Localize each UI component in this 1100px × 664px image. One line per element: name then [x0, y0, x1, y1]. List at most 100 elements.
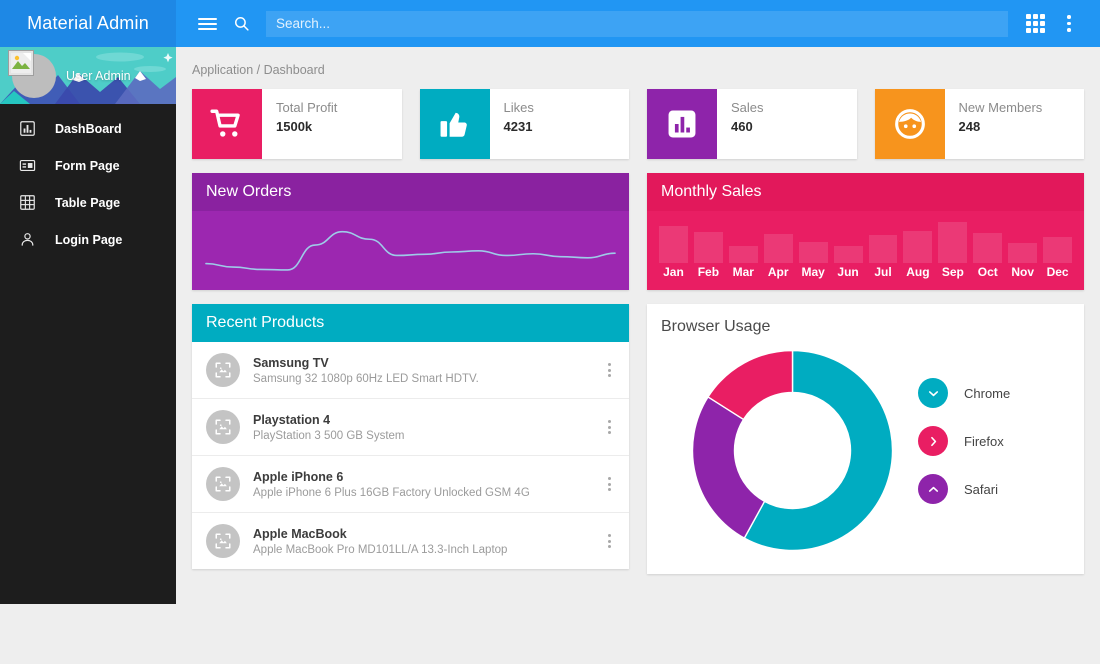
bar [868, 235, 898, 263]
product-menu-button[interactable] [604, 359, 615, 381]
bar-label: Oct [977, 265, 998, 279]
sidebar-item-login-page[interactable]: Login Page [0, 221, 176, 258]
sidebar-item-label: DashBoard [55, 121, 122, 136]
bar-chart-labels: Jan Feb Mar Apr May Jun Jul Aug Sep Oct Nov Dec [659, 265, 1072, 279]
stat-card-sales[interactable]: Sales 460 [647, 89, 857, 159]
product-list-item[interactable]: Apple iPhone 6 Apple iPhone 6 Plus 16GB … [192, 456, 629, 513]
product-thumbnail [206, 410, 240, 444]
product-name: Samsung TV [253, 355, 329, 370]
chevron-down-icon [918, 378, 948, 408]
stat-cards-row: Total Profit 1500k Likes 4231 Sales 460 … [176, 77, 1100, 159]
more-options-button[interactable] [1052, 7, 1086, 41]
bar-column [938, 217, 968, 263]
product-menu-button[interactable] [604, 530, 615, 552]
stat-card-new-members[interactable]: New Members 248 [874, 89, 1084, 159]
browser-usage-panel: Browser Usage Chrome Firefox Safari [647, 304, 1084, 574]
bar [798, 241, 828, 263]
bar-column [798, 217, 828, 263]
grid-apps-icon [1025, 14, 1045, 33]
hamburger-menu-button[interactable] [190, 7, 224, 41]
product-description: PlayStation 3 500 GB System [253, 429, 405, 442]
product-menu-button[interactable] [604, 473, 615, 495]
product-list-item[interactable]: Playstation 4 PlayStation 3 500 GB Syste… [192, 399, 629, 456]
bar [659, 226, 688, 263]
hamburger-icon [197, 15, 217, 33]
bar-column [1043, 217, 1073, 263]
legend-item-chrome[interactable]: Chrome [918, 378, 1010, 408]
lower-row: Recent Products Samsung TV Samsung 32 10… [176, 290, 1100, 574]
product-list-item[interactable]: Samsung TV Samsung 32 1080p 60Hz LED Sma… [192, 342, 629, 399]
breadcrumb: Application / Dashboard [192, 63, 325, 77]
face-icon [894, 109, 925, 139]
bar-label: Aug [906, 265, 930, 279]
product-text: Apple MacBook Apple MacBook Pro MD101LL/… [253, 527, 604, 556]
chevron-up-icon [918, 474, 948, 504]
legend-item-safari[interactable]: Safari [918, 474, 1010, 504]
bar [763, 233, 793, 263]
user-profile-banner[interactable]: User Admin [0, 47, 176, 104]
recent-products-title: Recent Products [192, 304, 629, 342]
shopping-cart-icon [210, 109, 240, 137]
stat-value: 460 [731, 119, 753, 134]
stat-text: Likes 4231 [490, 89, 534, 159]
search-input[interactable] [276, 16, 998, 31]
donut-segment-safari[interactable] [691, 395, 766, 539]
bar-label: Jan [663, 265, 684, 279]
image-placeholder-icon [215, 419, 231, 435]
bar-label: Apr [767, 265, 789, 279]
stat-text: Sales 460 [717, 89, 764, 159]
product-description: Apple iPhone 6 Plus 16GB Factory Unlocke… [253, 486, 530, 499]
sidebar-item-form-page[interactable]: Form Page [0, 147, 176, 184]
stat-title: Total Profit [276, 100, 338, 115]
stat-card-likes[interactable]: Likes 4231 [419, 89, 629, 159]
image-placeholder-icon [215, 533, 231, 549]
legend-item-firefox[interactable]: Firefox [918, 426, 1010, 456]
monthly-sales-panel: Monthly Sales Jan Feb Mar Apr May Jun Jul Aug Se… [647, 173, 1084, 290]
bar-label: Mar [732, 265, 754, 279]
stat-title: New Members [958, 100, 1043, 115]
sidebar-item-table-page[interactable]: Table Page [0, 184, 176, 221]
search-field-wrapper[interactable] [266, 10, 1008, 37]
stat-icon-wrapper [419, 89, 490, 159]
main-content: Application / Dashboard Total Profit 150… [176, 47, 1100, 664]
line-chart-svg [205, 230, 616, 271]
bar-label: Sep [941, 265, 964, 279]
bar-column [659, 217, 688, 263]
person-icon [16, 229, 38, 251]
stat-title: Sales [731, 100, 764, 115]
brand-logo[interactable]: Material Admin [0, 0, 176, 47]
product-name: Playstation 4 [253, 412, 331, 427]
bar-label: Nov [1011, 265, 1035, 279]
bar [938, 221, 968, 263]
product-description: Samsung 32 1080p 60Hz LED Smart HDTV. [253, 372, 479, 385]
bar [833, 246, 863, 263]
bar-column [833, 217, 863, 263]
recent-products-panel: Recent Products Samsung TV Samsung 32 10… [192, 304, 629, 569]
bar-label: May [801, 265, 825, 279]
bar [693, 231, 723, 263]
bar-chart-bars [659, 211, 1073, 263]
vertical-dots-icon [1067, 15, 1071, 32]
search-button[interactable] [224, 7, 258, 41]
product-list-item[interactable]: Apple MacBook Apple MacBook Pro MD101LL/… [192, 513, 629, 569]
bar-label: Jul [874, 265, 892, 279]
apps-grid-button[interactable] [1018, 7, 1052, 41]
stat-text: New Members 248 [945, 89, 1043, 159]
sidebar-nav: DashBoard Form Page Table Page Login Pag… [0, 104, 176, 258]
form-layout-icon [16, 155, 38, 177]
donut-chart-svg [691, 349, 894, 551]
bar-chart-icon [668, 110, 696, 138]
product-list: Samsung TV Samsung 32 1080p 60Hz LED Sma… [192, 342, 629, 569]
bar-label: Feb [697, 265, 720, 279]
bar [1008, 242, 1038, 263]
avatar[interactable] [8, 49, 56, 98]
top-bar-actions [176, 0, 1100, 47]
image-placeholder-icon [215, 362, 231, 378]
stat-card-total-profit[interactable]: Total Profit 1500k [192, 89, 402, 159]
donut-chart-area: Chrome Firefox Safari [647, 336, 1084, 564]
product-text: Apple iPhone 6 Apple iPhone 6 Plus 16GB … [253, 470, 604, 499]
sidebar-item-label: Login Page [55, 232, 123, 247]
sidebar-item-dashboard[interactable]: DashBoard [0, 110, 176, 147]
product-text: Samsung TV Samsung 32 1080p 60Hz LED Sma… [253, 356, 604, 385]
product-menu-button[interactable] [604, 416, 615, 438]
